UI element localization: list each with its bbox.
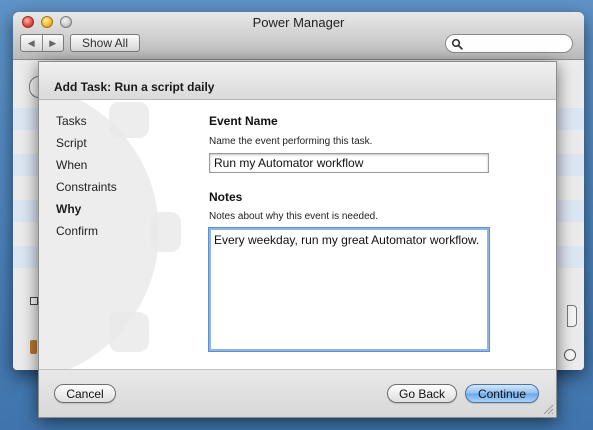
- back-forward-control: ◀ ▶: [20, 34, 64, 52]
- background-icon: [30, 340, 37, 354]
- event-name-title: Event Name: [209, 114, 278, 128]
- title-bar[interactable]: Power Manager ◀ ▶ Show All: [13, 12, 584, 60]
- step-confirm: Confirm: [56, 224, 99, 238]
- notes-field[interactable]: Every weekday, run my great Automator wo…: [208, 227, 490, 352]
- forward-arrow-icon[interactable]: ▶: [43, 35, 64, 51]
- background-control: [567, 305, 577, 327]
- notes-description: Notes about why this event is needed.: [209, 211, 378, 222]
- background-help-button: [564, 349, 576, 361]
- step-script: Script: [56, 136, 87, 150]
- go-back-button[interactable]: Go Back: [387, 384, 457, 403]
- sheet-title: Add Task: Run a script daily: [54, 80, 215, 94]
- window-title: Power Manager: [252, 15, 345, 30]
- search-icon: [451, 38, 463, 50]
- step-tasks: Tasks: [56, 114, 87, 128]
- sheet-header: Add Task: Run a script daily: [39, 62, 556, 100]
- step-list: Tasks Script When Constraints Why Confir…: [56, 114, 117, 246]
- step-why: Why: [56, 202, 82, 216]
- search-input[interactable]: [445, 34, 573, 53]
- cancel-button[interactable]: Cancel: [54, 384, 116, 403]
- step-when: When: [56, 158, 88, 172]
- event-name-description: Name the event performing this task.: [209, 136, 373, 147]
- notes-title: Notes: [209, 190, 243, 204]
- sheet-footer: Cancel Go Back Continue: [39, 369, 556, 417]
- step-constraints: Constraints: [56, 180, 117, 194]
- show-all-button[interactable]: Show All: [70, 34, 140, 52]
- watermark-graphic: [151, 212, 181, 252]
- background-popup: [30, 297, 38, 305]
- back-arrow-icon[interactable]: ◀: [21, 35, 43, 51]
- event-name-field[interactable]: Run my Automator workflow: [209, 153, 489, 173]
- watermark-graphic: [109, 312, 149, 352]
- resize-grip-icon[interactable]: [542, 403, 554, 415]
- continue-button[interactable]: Continue: [465, 384, 539, 403]
- add-task-sheet: Add Task: Run a script daily Tasks Scrip…: [38, 61, 557, 418]
